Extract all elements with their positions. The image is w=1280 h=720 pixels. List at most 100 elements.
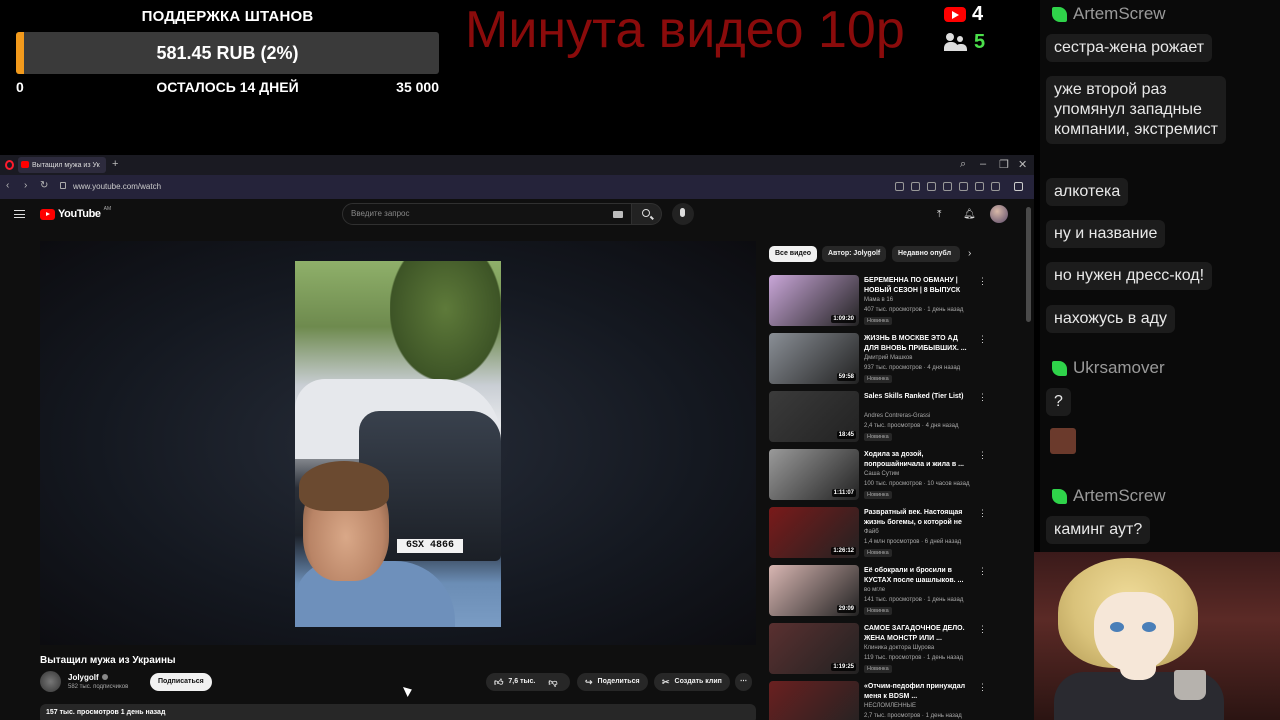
forward-button[interactable]: ›	[24, 180, 27, 191]
related-channel[interactable]: Andres Contreras-Grassi	[864, 413, 930, 419]
youtube-logo[interactable]: YouTube AM	[40, 206, 111, 220]
related-video[interactable]: 1:26:12 Развратный век. Настоящая жизнь б…	[769, 507, 999, 559]
related-title[interactable]: ЖИЗНЬ В МОСКВЕ ЭТО АД ДЛЯ ВНОВЬ ПРИБЫВШИ…	[864, 334, 968, 353]
related-video[interactable]: 29:09 Её обокрали и бросили в КУСТАХ посл…	[769, 565, 999, 617]
related-channel[interactable]: Мама в 16	[864, 297, 893, 303]
related-video[interactable]: 1:19:25 САМОЕ ЗАГАДОЧНОЕ ДЕЛО. ЖЕНА МОНСТ…	[769, 623, 999, 675]
video-player[interactable]: 6SX 4866	[40, 241, 756, 645]
bell-icon[interactable]: 🔔︎	[963, 209, 976, 220]
more-vert-icon[interactable]: ⋮	[978, 566, 987, 577]
related-title[interactable]: Sales Skills Ranked (Tier List)	[864, 392, 968, 402]
youtube-icon	[944, 6, 966, 22]
like-count[interactable]: 7,6 тыс.	[508, 673, 535, 691]
related-channel[interactable]: Файб	[864, 529, 879, 535]
donation-remaining: ОСТАЛОСЬ 14 ДНЕЙ	[156, 79, 299, 95]
settings-icon[interactable]	[1014, 182, 1023, 191]
related-title[interactable]: Развратный век. Настоящая жизнь богемы, …	[864, 508, 968, 528]
play-icon[interactable]	[943, 182, 952, 191]
youtube-logo-text: YouTube	[58, 208, 101, 220]
more-vert-icon[interactable]: ⋮	[978, 450, 987, 461]
video-thumbnail[interactable]: 18:45	[769, 391, 859, 442]
more-vert-icon[interactable]: ⋮	[978, 276, 987, 287]
related-channel[interactable]: НЕСЛОМЛЕННЫЕ	[864, 703, 916, 709]
related-title[interactable]: САМОЕ ЗАГАДОЧНОЕ ДЕЛО. ЖЕНА МОНСТР ИЛИ .…	[864, 624, 968, 643]
video-thumbnail[interactable]: 1:19:25	[769, 623, 859, 674]
related-meta: 2,4 тыс. просмотров · 4 дня назад	[864, 423, 959, 429]
search-box[interactable]: Введите запрос	[342, 203, 632, 225]
browser-tab[interactable]: Вытащил мужа из Ук	[18, 157, 106, 173]
channel-name[interactable]: Jolygolf	[68, 673, 108, 682]
minimize-button[interactable]: –	[980, 158, 986, 170]
related-title[interactable]: Ходила за дозой, попрошайничала и жила в…	[864, 450, 968, 469]
video-thumbnail[interactable]: 1:09:20	[769, 275, 859, 326]
license-plate: 6SX 4866	[397, 539, 463, 553]
more-vert-icon[interactable]: ⋮	[978, 508, 987, 519]
subscribe-button[interactable]: Подписаться	[150, 673, 212, 691]
like-dislike-group: 👍︎ 7,6 тыс. 👎︎	[486, 673, 570, 691]
related-title[interactable]: Её обокрали и бросили в КУСТАХ после шаш…	[864, 566, 968, 585]
video-thumbnail[interactable]	[769, 681, 859, 720]
back-button[interactable]: ‹	[6, 180, 9, 191]
related-video[interactable]: 18:45 Sales Skills Ranked (Tier List) Andr…	[769, 391, 999, 443]
search-input[interactable]: Введите запрос	[351, 209, 410, 218]
maximize-button[interactable]: ❐	[999, 158, 1009, 171]
clip-button[interactable]: ✂ Создать клип	[654, 673, 730, 691]
related-title[interactable]: «Отчим-педофил принуждал меня к BDSM ...	[864, 682, 968, 701]
chip-recent[interactable]: Недавно опубл	[892, 246, 960, 262]
donation-progress-bar: 581.45 RUB (2%)	[16, 32, 439, 74]
camera-icon[interactable]	[911, 182, 920, 191]
related-channel[interactable]: Саша Сутим	[864, 471, 899, 477]
verified-icon	[101, 674, 108, 680]
related-title[interactable]: БЕРЕМЕННА ПО ОБМАНУ | НОВЫЙ СЕЗОН | 8 ВЫ…	[864, 276, 968, 295]
channel-avatar[interactable]	[40, 671, 61, 692]
video-thumbnail[interactable]: 29:09	[769, 565, 859, 616]
related-video[interactable]: «Отчим-педофил принуждал меня к BDSM ...…	[769, 681, 999, 720]
more-vert-icon[interactable]: ⋮	[978, 334, 987, 345]
more-vert-icon[interactable]: ⋮	[978, 682, 987, 693]
chip-author[interactable]: Автор: Jolygolf	[822, 246, 887, 262]
hamburger-menu-icon[interactable]	[14, 210, 25, 218]
keyboard-icon[interactable]	[613, 211, 623, 218]
chat-message: уже второй раз упомянул западные компани…	[1046, 76, 1226, 144]
upload-icon[interactable]: ⤒	[937, 209, 941, 220]
chip-all-videos[interactable]: Все видео	[769, 246, 818, 262]
video-title: Вытащил мужа из Украины	[40, 655, 176, 666]
more-vert-icon[interactable]: ⋮	[978, 392, 987, 403]
description-box[interactable]: 157 тыс. просмотров 1 день назад	[40, 704, 756, 720]
viewers-count: 5	[974, 30, 986, 53]
related-channel[interactable]: Клиника доктора Шурова	[864, 645, 934, 651]
chevron-right-icon[interactable]: ›	[968, 248, 971, 259]
scrollbar[interactable]	[1026, 207, 1031, 322]
dislike-icon[interactable]: 👎︎	[548, 673, 557, 691]
new-badge: Новинка	[864, 433, 892, 441]
video-duration: 18:45	[836, 431, 856, 439]
related-channel[interactable]: Дмитрий Машков	[864, 355, 912, 361]
more-vert-icon[interactable]: ⋮	[978, 624, 987, 635]
search-button[interactable]	[632, 203, 662, 225]
extension-icon[interactable]	[895, 182, 904, 191]
share-button[interactable]: ↪ Поделиться	[577, 673, 648, 691]
video-duration: 1:19:25	[831, 663, 856, 671]
search-tabs-icon[interactable]: ⌕	[960, 158, 966, 171]
heart-icon[interactable]	[959, 182, 968, 191]
browser-titlebar: Вытащил мужа из Ук + ⌕ – ❐ ✕	[0, 155, 1034, 175]
opera-icon[interactable]	[5, 160, 14, 170]
related-video[interactable]: 59:58 ЖИЗНЬ В МОСКВЕ ЭТО АД ДЛЯ ВНОВЬ ПРИ…	[769, 333, 999, 385]
reload-button[interactable]: ↻	[40, 180, 48, 191]
close-window-button[interactable]: ✕	[1018, 158, 1027, 171]
related-video[interactable]: 1:11:07 Ходила за дозой, попрошайничала и…	[769, 449, 999, 501]
extension-icon[interactable]	[927, 182, 936, 191]
new-tab-button[interactable]: +	[112, 158, 118, 170]
like-icon[interactable]: 👍︎	[494, 673, 503, 691]
video-thumbnail[interactable]: 1:26:12	[769, 507, 859, 558]
voice-search-button[interactable]	[672, 203, 694, 225]
related-channel[interactable]: во мгле	[864, 587, 885, 593]
more-actions-button[interactable]: ⋯	[735, 673, 752, 691]
download-icon[interactable]	[991, 182, 1000, 191]
video-thumbnail[interactable]: 1:11:07	[769, 449, 859, 500]
account-avatar[interactable]	[990, 205, 1008, 223]
menu-icon[interactable]	[975, 182, 984, 191]
video-thumbnail[interactable]: 59:58	[769, 333, 859, 384]
url-field[interactable]: www.youtube.com/watch	[73, 182, 161, 191]
related-video[interactable]: 1:09:20 БЕРЕМЕННА ПО ОБМАНУ | НОВЫЙ СЕЗОН…	[769, 275, 999, 327]
